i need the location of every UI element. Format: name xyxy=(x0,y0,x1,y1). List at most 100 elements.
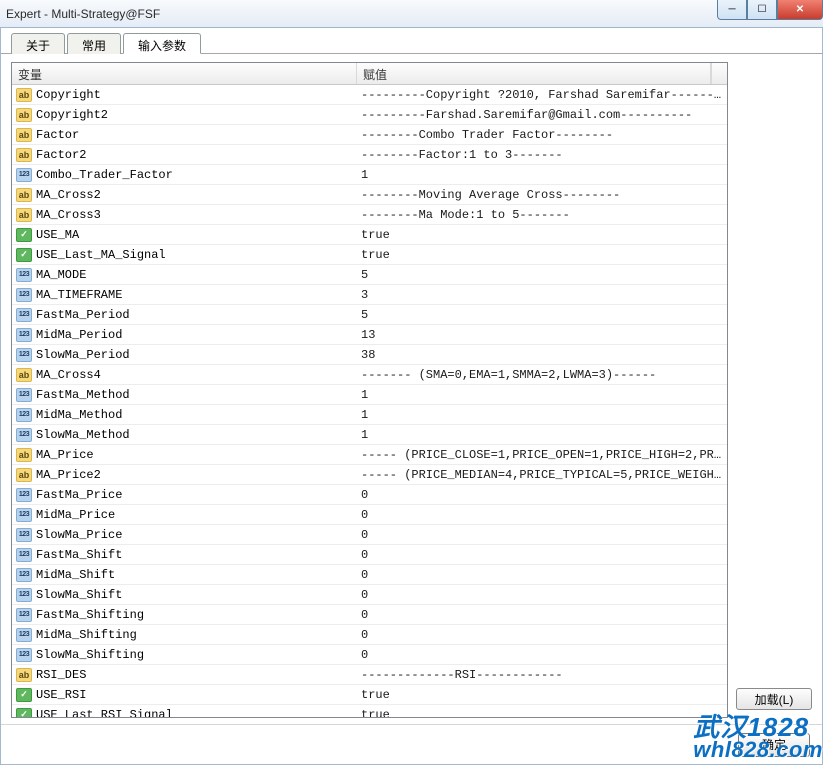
content-area: 变量 赋值 abCopyright---------Copyright ?201… xyxy=(1,54,822,724)
table-row[interactable]: 123Combo_Trader_Factor1 xyxy=(12,165,727,185)
cell-value[interactable]: true xyxy=(357,708,727,718)
cell-value[interactable]: ---------Farshad.Saremifar@Gmail.com----… xyxy=(357,108,727,122)
cell-value[interactable]: 1 xyxy=(357,388,727,402)
table-row[interactable]: abMA_Cross4------- (SMA=0,EMA=1,SMMA=2,L… xyxy=(12,365,727,385)
number-icon: 123 xyxy=(16,288,32,302)
table-row[interactable]: abMA_Cross2--------Moving Average Cross-… xyxy=(12,185,727,205)
param-name: MA_Cross4 xyxy=(36,368,101,382)
cell-value[interactable]: 1 xyxy=(357,168,727,182)
param-name: SlowMa_Shift xyxy=(36,588,122,602)
cell-value[interactable]: true xyxy=(357,688,727,702)
cell-variable: 123MidMa_Price xyxy=(12,508,357,522)
table-row[interactable]: abMA_Price2----- (PRICE_MEDIAN=4,PRICE_T… xyxy=(12,465,727,485)
number-icon: 123 xyxy=(16,588,32,602)
string-icon: ab xyxy=(16,668,32,682)
cell-value[interactable]: --------Ma Mode:1 to 5------- xyxy=(357,208,727,222)
table-row[interactable]: abMA_Price----- (PRICE_CLOSE=1,PRICE_OPE… xyxy=(12,445,727,465)
cell-value[interactable]: 1 xyxy=(357,428,727,442)
table-row[interactable]: 123SlowMa_Method1 xyxy=(12,425,727,445)
table-row[interactable]: 123SlowMa_Period38 xyxy=(12,345,727,365)
cell-value[interactable]: 0 xyxy=(357,568,727,582)
cell-variable: 123FastMa_Price xyxy=(12,488,357,502)
table-row[interactable]: 123 SlowMa_Shift 0 xyxy=(12,585,727,605)
cell-variable: 123MidMa_Period xyxy=(12,328,357,342)
table-row[interactable]: ✓USE_RSItrue xyxy=(12,685,727,705)
number-icon: 123 xyxy=(16,348,32,362)
cell-value[interactable]: 13 xyxy=(357,328,727,342)
column-header-variable[interactable]: 变量 xyxy=(12,63,357,84)
cell-value[interactable]: true xyxy=(357,228,727,242)
table-row[interactable]: abMA_Cross3--------Ma Mode:1 to 5------- xyxy=(12,205,727,225)
table-row[interactable]: 123MA_MODE5 xyxy=(12,265,727,285)
table-row[interactable]: 123FastMa_Method1 xyxy=(12,385,727,405)
table-row[interactable]: abFactor2--------Factor:1 to 3------- xyxy=(12,145,727,165)
table-row[interactable]: 123MidMa_Price0 xyxy=(12,505,727,525)
cell-value[interactable]: 0 xyxy=(357,528,727,542)
cell-value[interactable]: 0 xyxy=(357,608,727,622)
cell-value[interactable]: 1 xyxy=(357,408,727,422)
cell-value[interactable]: --------Factor:1 to 3------- xyxy=(357,148,727,162)
table-row[interactable]: 123SlowMa_Price0 xyxy=(12,525,727,545)
table-row[interactable]: ✓USE_MAtrue xyxy=(12,225,727,245)
table-row[interactable]: abFactor--------Combo Trader Factor-----… xyxy=(12,125,727,145)
grid-body[interactable]: abCopyright---------Copyright ?2010, Far… xyxy=(12,85,727,717)
cell-variable: abMA_Cross2 xyxy=(12,188,357,202)
string-icon: ab xyxy=(16,128,32,142)
param-name: MidMa_Price xyxy=(36,508,115,522)
table-row[interactable]: 123FastMa_Period5 xyxy=(12,305,727,325)
cell-value[interactable]: 0 xyxy=(357,648,727,662)
table-row[interactable]: 123FastMa_Shifting0 xyxy=(12,605,727,625)
param-name: USE Last RSI Signal xyxy=(36,708,173,718)
number-icon: 123 xyxy=(16,628,32,642)
table-row[interactable]: ✓USE_Last_MA_Signaltrue xyxy=(12,245,727,265)
table-row[interactable]: ✓USE Last RSI Signaltrue xyxy=(12,705,727,717)
cell-value[interactable]: 3 xyxy=(357,288,727,302)
cell-value[interactable]: ------- (SMA=0,EMA=1,SMMA=2,LWMA=3)-----… xyxy=(357,368,727,382)
cell-value[interactable]: 38 xyxy=(357,348,727,362)
cell-variable: 123FastMa_Shifting xyxy=(12,608,357,622)
maximize-button[interactable]: ☐ xyxy=(747,0,777,20)
footer: 确定 xyxy=(1,724,822,764)
cell-value[interactable]: --------Combo Trader Factor-------- xyxy=(357,128,727,142)
close-button[interactable]: ✕ xyxy=(777,0,823,20)
number-icon: 123 xyxy=(16,488,32,502)
tab-about[interactable]: 关于 xyxy=(11,33,65,54)
cell-value[interactable]: 0 xyxy=(357,588,727,602)
cell-value[interactable]: ---------Copyright ?2010, Farshad Saremi… xyxy=(357,88,727,102)
table-row[interactable]: 123FastMa_Price0 xyxy=(12,485,727,505)
table-row[interactable]: abRSI_DES-------------RSI------------ xyxy=(12,665,727,685)
cell-value[interactable]: 0 xyxy=(357,488,727,502)
table-row[interactable]: 123FastMa_Shift0 xyxy=(12,545,727,565)
string-icon: ab xyxy=(16,188,32,202)
cell-value[interactable]: true xyxy=(357,248,727,262)
minimize-button[interactable]: ─ xyxy=(717,0,747,20)
table-row[interactable]: 123MidMa_Period13 xyxy=(12,325,727,345)
cell-value[interactable]: -------------RSI------------ xyxy=(357,668,727,682)
cell-value[interactable]: 5 xyxy=(357,268,727,282)
table-row[interactable]: 123SlowMa_Shifting0 xyxy=(12,645,727,665)
ok-button[interactable]: 确定 xyxy=(738,733,810,757)
cell-value[interactable]: --------Moving Average Cross-------- xyxy=(357,188,727,202)
cell-variable: 123MidMa_Shift xyxy=(12,568,357,582)
cell-value[interactable]: ----- (PRICE_CLOSE=1,PRICE_OPEN=1,PRICE_… xyxy=(357,448,727,462)
column-header-value[interactable]: 赋值 xyxy=(357,63,711,84)
tab-common[interactable]: 常用 xyxy=(67,33,121,54)
load-button[interactable]: 加载(L) xyxy=(736,688,812,710)
table-row[interactable]: abCopyright2---------Farshad.Saremifar@G… xyxy=(12,105,727,125)
param-name: Factor2 xyxy=(36,148,86,162)
cell-value[interactable]: 5 xyxy=(357,308,727,322)
table-row[interactable]: 123MA_TIMEFRAME3 xyxy=(12,285,727,305)
cell-value[interactable]: 0 xyxy=(357,628,727,642)
table-row[interactable]: 123MidMa_Method1 xyxy=(12,405,727,425)
cell-value[interactable]: 0 xyxy=(357,508,727,522)
cell-value[interactable]: ----- (PRICE_MEDIAN=4,PRICE_TYPICAL=5,PR… xyxy=(357,468,727,482)
table-row[interactable]: 123MidMa_Shifting0 xyxy=(12,625,727,645)
cell-variable: abFactor2 xyxy=(12,148,357,162)
number-icon: 123 xyxy=(16,648,32,662)
window-controls: ─ ☐ ✕ xyxy=(717,0,823,20)
cell-value[interactable]: 0 xyxy=(357,548,727,562)
cell-variable: 123MA_TIMEFRAME xyxy=(12,288,357,302)
table-row[interactable]: 123MidMa_Shift0 xyxy=(12,565,727,585)
tab-inputs[interactable]: 输入参数 xyxy=(123,33,201,54)
table-row[interactable]: abCopyright---------Copyright ?2010, Far… xyxy=(12,85,727,105)
